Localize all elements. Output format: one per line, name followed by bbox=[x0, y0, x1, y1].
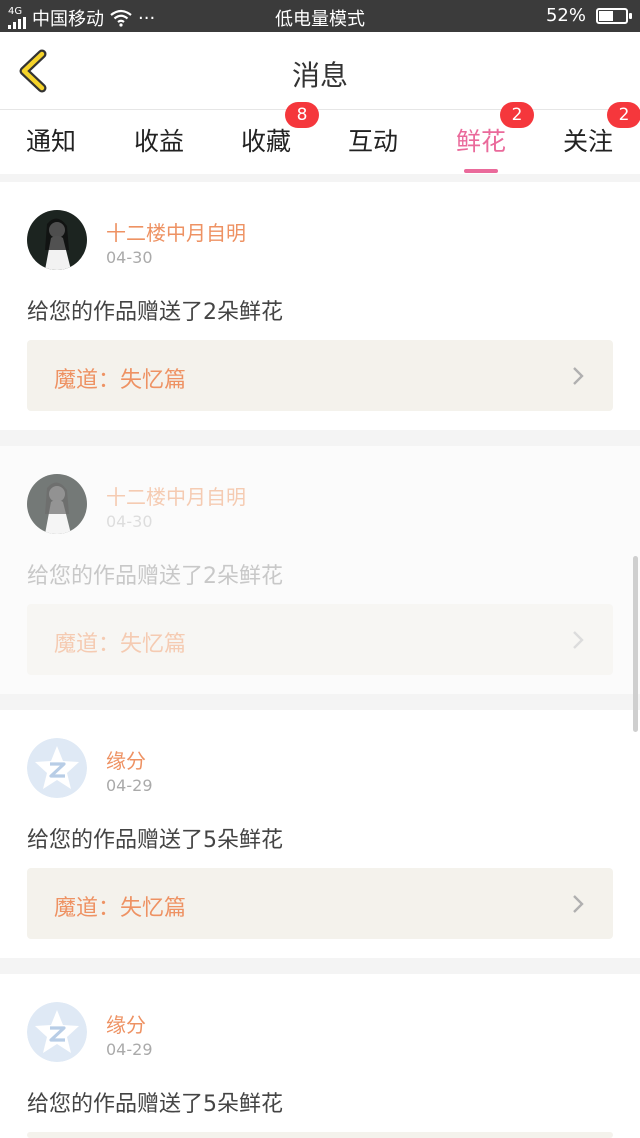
avatar[interactable] bbox=[27, 210, 87, 270]
follows-badge: 2 bbox=[607, 102, 640, 128]
scrollbar[interactable] bbox=[633, 556, 638, 732]
page-title: 消息 bbox=[291, 59, 348, 92]
favorites-badge: 8 bbox=[285, 102, 319, 128]
message-date: 04-30 bbox=[106, 248, 153, 267]
work-title: 魔道：失忆篇 bbox=[54, 896, 187, 921]
message-card: 十二楼中月自明 04-30 给您的作品赠送了2朵鲜花 魔道：失忆篇 bbox=[0, 446, 640, 694]
work-link[interactable]: 魔道：失忆篇 bbox=[27, 868, 613, 939]
message-card: 缘分 04-29 给您的作品赠送了5朵鲜花 bbox=[0, 974, 640, 1138]
default-star-avatar-icon bbox=[27, 1002, 87, 1062]
portrait-avatar-icon bbox=[27, 210, 87, 270]
work-link[interactable]: 魔道：失忆篇 bbox=[27, 340, 613, 411]
battery-icon bbox=[596, 7, 632, 24]
message-card: 十二楼中月自明 04-30 给您的作品赠送了2朵鲜花 魔道：失忆篇 bbox=[0, 182, 640, 430]
portrait-avatar-icon bbox=[27, 474, 87, 534]
tab-interactions[interactable]: 互动 bbox=[323, 122, 423, 158]
nav-bar: 消息 bbox=[0, 32, 640, 110]
tab-label: 关注 bbox=[562, 127, 613, 156]
chevron-right-icon bbox=[573, 367, 584, 385]
message-text: 给您的作品赠送了5朵鲜花 bbox=[27, 828, 283, 853]
message-text: 给您的作品赠送了2朵鲜花 bbox=[27, 564, 283, 589]
tab-label: 收藏 bbox=[240, 127, 291, 156]
avatar[interactable] bbox=[27, 474, 87, 534]
tab-notifications[interactable]: 通知 bbox=[1, 122, 101, 158]
message-card: 缘分 04-29 给您的作品赠送了5朵鲜花 魔道：失忆篇 bbox=[0, 710, 640, 958]
avatar[interactable] bbox=[27, 1002, 87, 1062]
tab-earnings[interactable]: 收益 bbox=[109, 122, 209, 158]
sender-name[interactable]: 缘分 bbox=[106, 1009, 146, 1038]
tab-label: 通知 bbox=[25, 127, 76, 156]
tab-bar: 通知 收益 收藏 互动 鲜花 关注 8 2 2 bbox=[0, 102, 640, 174]
avatar[interactable] bbox=[27, 738, 87, 798]
work-title: 魔道：失忆篇 bbox=[54, 368, 187, 393]
message-text: 给您的作品赠送了2朵鲜花 bbox=[27, 300, 283, 325]
status-bar: 4G 中国移动 ··· 低电量模式 52% bbox=[0, 0, 640, 32]
sender-name[interactable]: 缘分 bbox=[106, 745, 146, 774]
message-date: 04-30 bbox=[106, 512, 153, 531]
work-link[interactable] bbox=[27, 1132, 613, 1138]
message-date: 04-29 bbox=[106, 1040, 153, 1059]
low-power-mode-label: 低电量模式 bbox=[275, 9, 365, 30]
chevron-right-icon bbox=[573, 895, 584, 913]
sender-name[interactable]: 十二楼中月自明 bbox=[106, 217, 246, 246]
battery-percent: 52% bbox=[545, 5, 586, 26]
work-title: 魔道：失忆篇 bbox=[54, 632, 187, 657]
tab-label: 鲜花 bbox=[455, 127, 506, 156]
work-link[interactable]: 魔道：失忆篇 bbox=[27, 604, 613, 675]
tab-label: 互动 bbox=[347, 127, 398, 156]
flowers-badge: 2 bbox=[500, 102, 534, 128]
tab-label: 收益 bbox=[133, 127, 184, 156]
chevron-right-icon bbox=[573, 631, 584, 649]
default-star-avatar-icon bbox=[27, 738, 87, 798]
active-tab-indicator bbox=[464, 169, 498, 173]
sender-name[interactable]: 十二楼中月自明 bbox=[106, 481, 246, 510]
message-date: 04-29 bbox=[106, 776, 153, 795]
message-text: 给您的作品赠送了5朵鲜花 bbox=[27, 1092, 283, 1117]
